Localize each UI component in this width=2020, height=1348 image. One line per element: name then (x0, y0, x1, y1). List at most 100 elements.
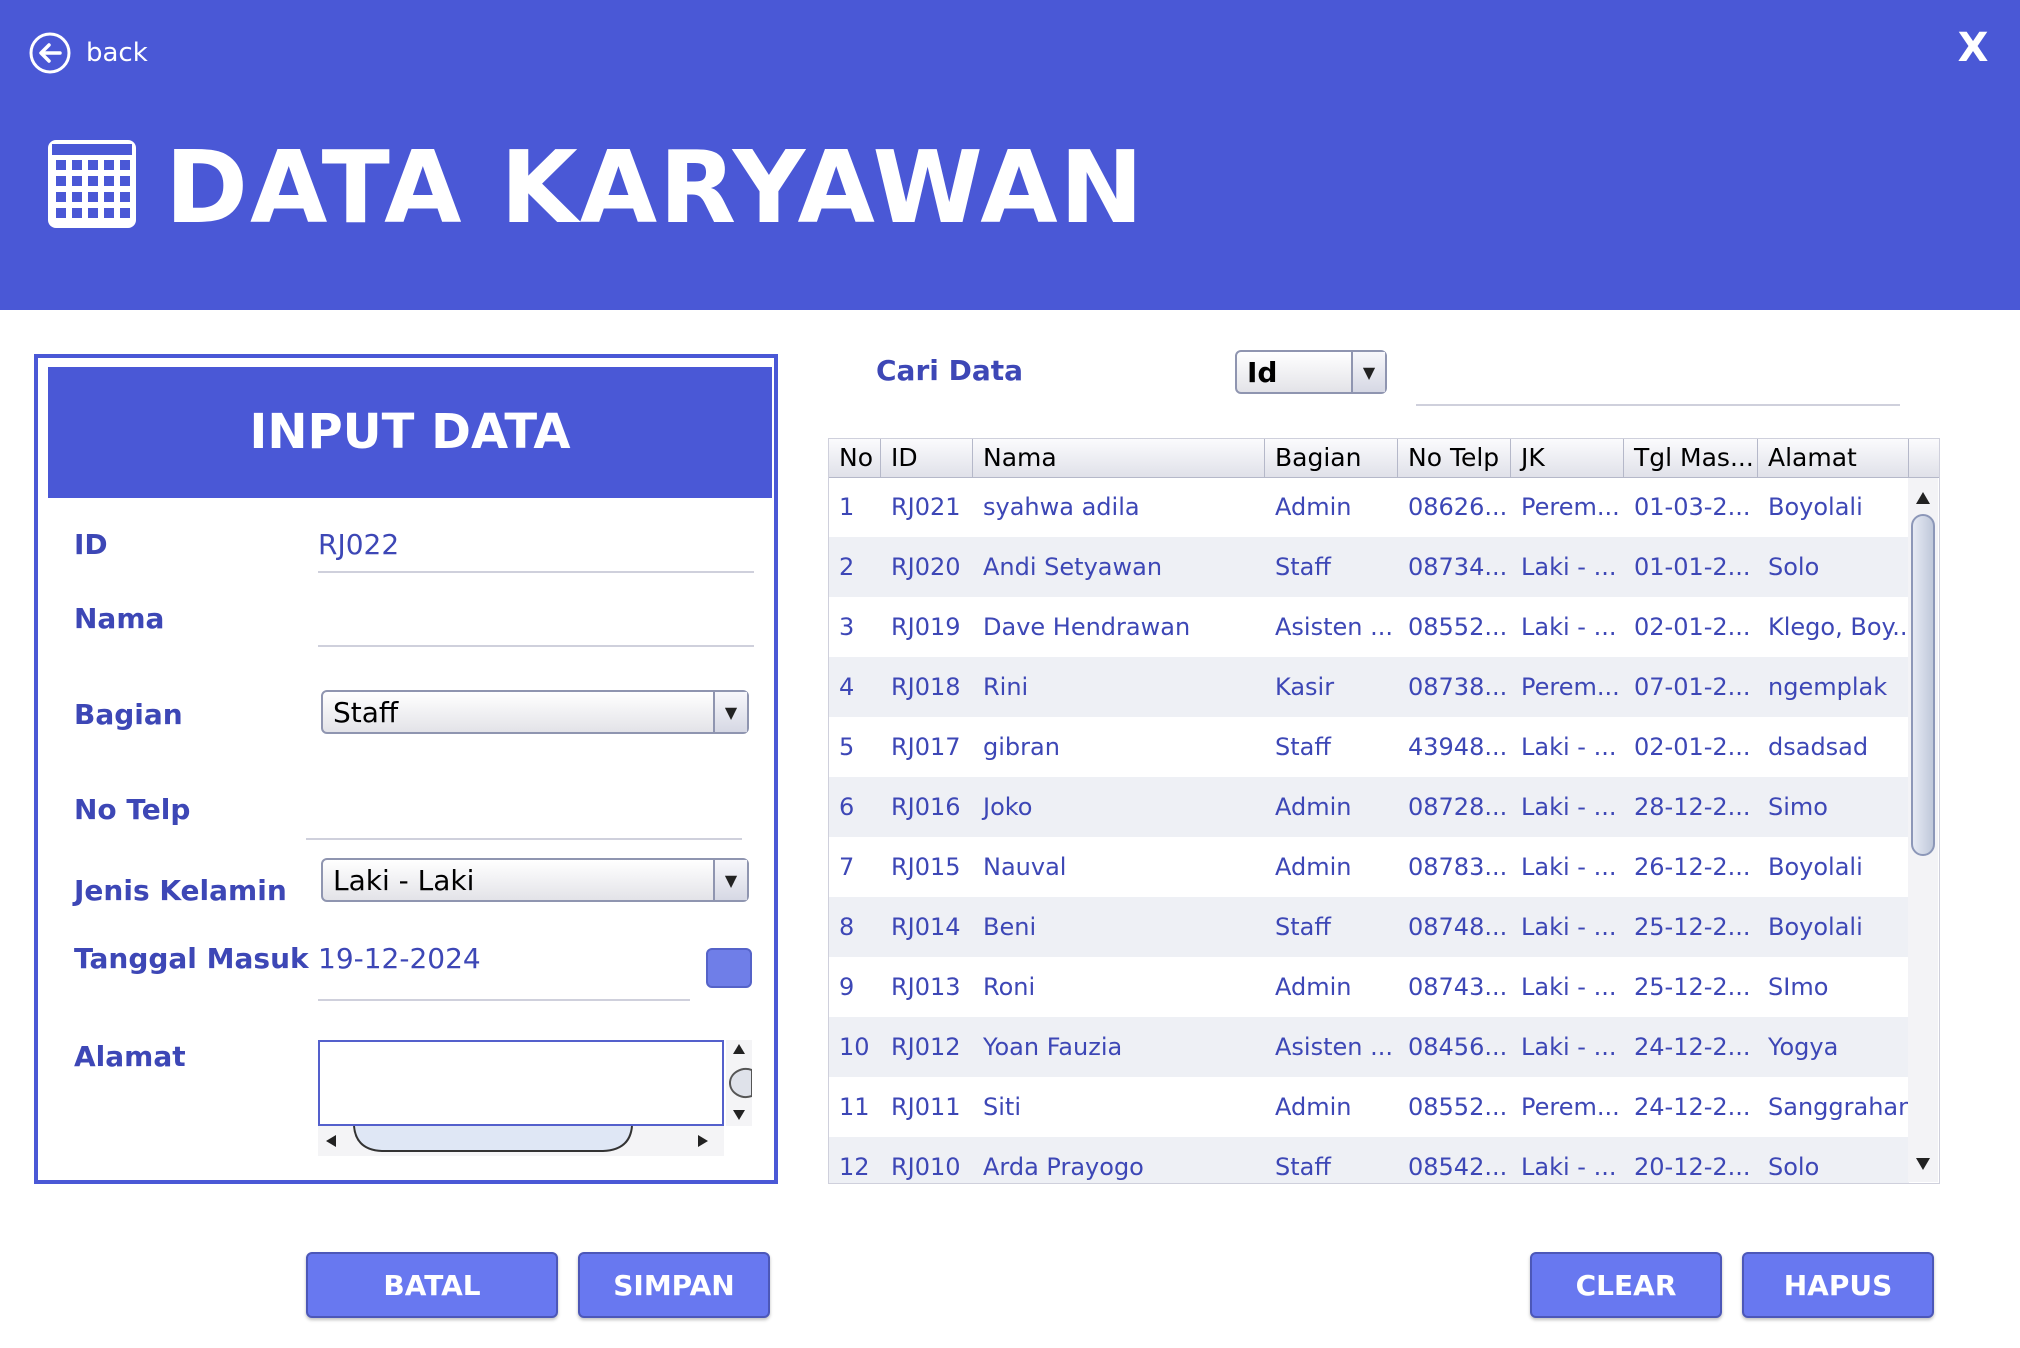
table-row[interactable]: 6 RJ016 Joko Admin 08728... Laki - ... 28-12-2… (829, 777, 1909, 837)
alamat-textarea[interactable] (318, 1040, 724, 1126)
cell-tgl-masuk: 01-03-2... (1634, 493, 1751, 521)
cell-id: RJ010 (891, 1153, 961, 1181)
column-header-nama[interactable]: Nama (973, 439, 1265, 477)
cell-bagian: Admin (1275, 853, 1352, 881)
cell-jk: Laki - ... (1521, 613, 1617, 641)
clear-button[interactable]: CLEAR (1530, 1252, 1722, 1318)
table-row[interactable]: 10 RJ012 Yoan Fauzia Asisten ... 08456... Lak… (829, 1017, 1909, 1077)
jk-select[interactable]: Laki - Laki ▼ (321, 858, 749, 902)
cell-jk: Laki - ... (1521, 913, 1617, 941)
cell-no-telp: 08748... (1408, 913, 1508, 941)
table-row[interactable]: 8 RJ014 Beni Staff 08748... Laki - ... 25-12-2… (829, 897, 1909, 957)
column-header-tgl-masuk[interactable]: Tgl Mas... (1624, 439, 1758, 477)
close-button[interactable]: X (1950, 22, 1996, 74)
batal-button[interactable]: BATAL (306, 1252, 558, 1318)
search-label: Cari Data (876, 354, 1024, 387)
cell-nama: syahwa adila (983, 493, 1140, 521)
cell-no-telp: 08783... (1408, 853, 1508, 881)
search-input-underline (1416, 404, 1900, 406)
tgl-field[interactable]: 19-12-2024 (318, 942, 481, 975)
cell-id: RJ020 (891, 553, 961, 581)
column-header-bagian[interactable]: Bagian (1265, 439, 1398, 477)
cell-nama: Beni (983, 913, 1037, 941)
cell-nama: Joko (983, 793, 1033, 821)
cell-id: RJ021 (891, 493, 961, 521)
alamat-vertical-scrollbar[interactable] (726, 1040, 753, 1126)
cell-tgl-masuk: 24-12-2... (1634, 1093, 1751, 1121)
id-label: ID (74, 528, 108, 561)
cell-alamat: Solo (1768, 553, 1820, 581)
table-header: No ID Nama Bagian No Telp JK Tgl Mas... … (829, 439, 1939, 478)
cell-nama: Arda Prayogo (983, 1153, 1144, 1181)
cell-no-telp: 08738... (1408, 673, 1508, 701)
cell-no: 11 (839, 1093, 870, 1121)
cell-no: 5 (839, 733, 855, 761)
cell-tgl-masuk: 25-12-2... (1634, 973, 1751, 1001)
cell-nama: Nauval (983, 853, 1067, 881)
cell-tgl-masuk: 02-01-2... (1634, 613, 1751, 641)
cell-no: 10 (839, 1033, 870, 1061)
cell-jk: Laki - ... (1521, 553, 1617, 581)
cell-bagian: Admin (1275, 973, 1352, 1001)
search-input[interactable] (1416, 356, 1900, 400)
cell-alamat: Simo (1768, 793, 1828, 821)
column-header-alamat[interactable]: Alamat (1758, 439, 1909, 477)
calendar-grid-icon (48, 140, 136, 228)
jk-label: Jenis Kelamin (74, 874, 287, 907)
id-field[interactable]: RJ022 (318, 528, 399, 561)
date-picker-button[interactable] (706, 948, 752, 988)
table-row[interactable]: 1 RJ021 syahwa adila Admin 08626... Perem... 0… (829, 477, 1909, 537)
table-row[interactable]: 3 RJ019 Dave Hendrawan Asisten ... 08552... L… (829, 597, 1909, 657)
table-row[interactable]: 9 RJ013 Roni Admin 08743... Laki - ... 25-12-2… (829, 957, 1909, 1017)
bagian-label: Bagian (74, 698, 183, 731)
cell-bagian: Asisten ... (1275, 613, 1393, 641)
cell-no-telp: 08552... (1408, 1093, 1508, 1121)
cell-tgl-masuk: 28-12-2... (1634, 793, 1751, 821)
alamat-label: Alamat (74, 1040, 186, 1073)
column-header-no-telp[interactable]: No Telp (1398, 439, 1511, 477)
cell-nama: Rini (983, 673, 1029, 701)
nama-field[interactable] (318, 602, 754, 642)
back-button[interactable]: back (28, 28, 148, 78)
cell-id: RJ016 (891, 793, 961, 821)
column-header-id[interactable]: ID (881, 439, 973, 477)
cell-id: RJ018 (891, 673, 961, 701)
table-row[interactable]: 7 RJ015 Nauval Admin 08783... Laki - ... 26-12… (829, 837, 1909, 897)
cell-jk: Perem... (1521, 493, 1620, 521)
cell-id: RJ019 (891, 613, 961, 641)
table-row[interactable]: 4 RJ018 Rini Kasir 08738... Perem... 07-01-2..… (829, 657, 1909, 717)
cell-no: 7 (839, 853, 855, 881)
bagian-select[interactable]: Staff ▼ (321, 690, 749, 734)
cell-tgl-masuk: 20-12-2... (1634, 1153, 1751, 1181)
cell-jk: Laki - ... (1521, 1153, 1617, 1181)
cell-no: 3 (839, 613, 855, 641)
chevron-down-icon: ▼ (713, 692, 747, 732)
table-row[interactable]: 11 RJ011 Siti Admin 08552... Perem... 24-12-2.… (829, 1077, 1909, 1137)
cell-tgl-masuk: 01-01-2... (1634, 553, 1751, 581)
cell-tgl-masuk: 26-12-2... (1634, 853, 1751, 881)
cell-bagian: Staff (1275, 913, 1331, 941)
cell-no: 2 (839, 553, 855, 581)
column-header-jk[interactable]: JK (1511, 439, 1624, 477)
back-arrow-icon (29, 32, 71, 74)
alamat-horizontal-scrollbar[interactable] (318, 1125, 724, 1156)
table-row[interactable]: 5 RJ017 gibran Staff 43948... Laki - ... 02-01… (829, 717, 1909, 777)
telp-field[interactable] (306, 790, 742, 830)
cell-alamat: Boyolali (1768, 493, 1863, 521)
cell-bagian: Kasir (1275, 673, 1335, 701)
cell-alamat: dsadsad (1768, 733, 1869, 761)
hapus-button[interactable]: HAPUS (1742, 1252, 1934, 1318)
cell-jk: Perem... (1521, 1093, 1620, 1121)
cell-alamat: Sanggrahan (1768, 1093, 1909, 1121)
cell-bagian: Admin (1275, 793, 1352, 821)
column-header-no[interactable]: No (829, 439, 881, 477)
search-filter-select[interactable]: Id ▼ (1235, 350, 1387, 394)
cell-alamat: Boyolali (1768, 913, 1863, 941)
table-scrollbar-thumb[interactable] (1911, 514, 1935, 856)
simpan-button[interactable]: SIMPAN (578, 1252, 770, 1318)
cell-no: 4 (839, 673, 855, 701)
chevron-down-icon: ▼ (713, 860, 747, 900)
table-row[interactable]: 12 RJ010 Arda Prayogo Staff 08542... Laki - .… (829, 1137, 1909, 1183)
cell-tgl-masuk: 25-12-2... (1634, 913, 1751, 941)
table-row[interactable]: 2 RJ020 Andi Setyawan Staff 08734... Laki - .… (829, 537, 1909, 597)
